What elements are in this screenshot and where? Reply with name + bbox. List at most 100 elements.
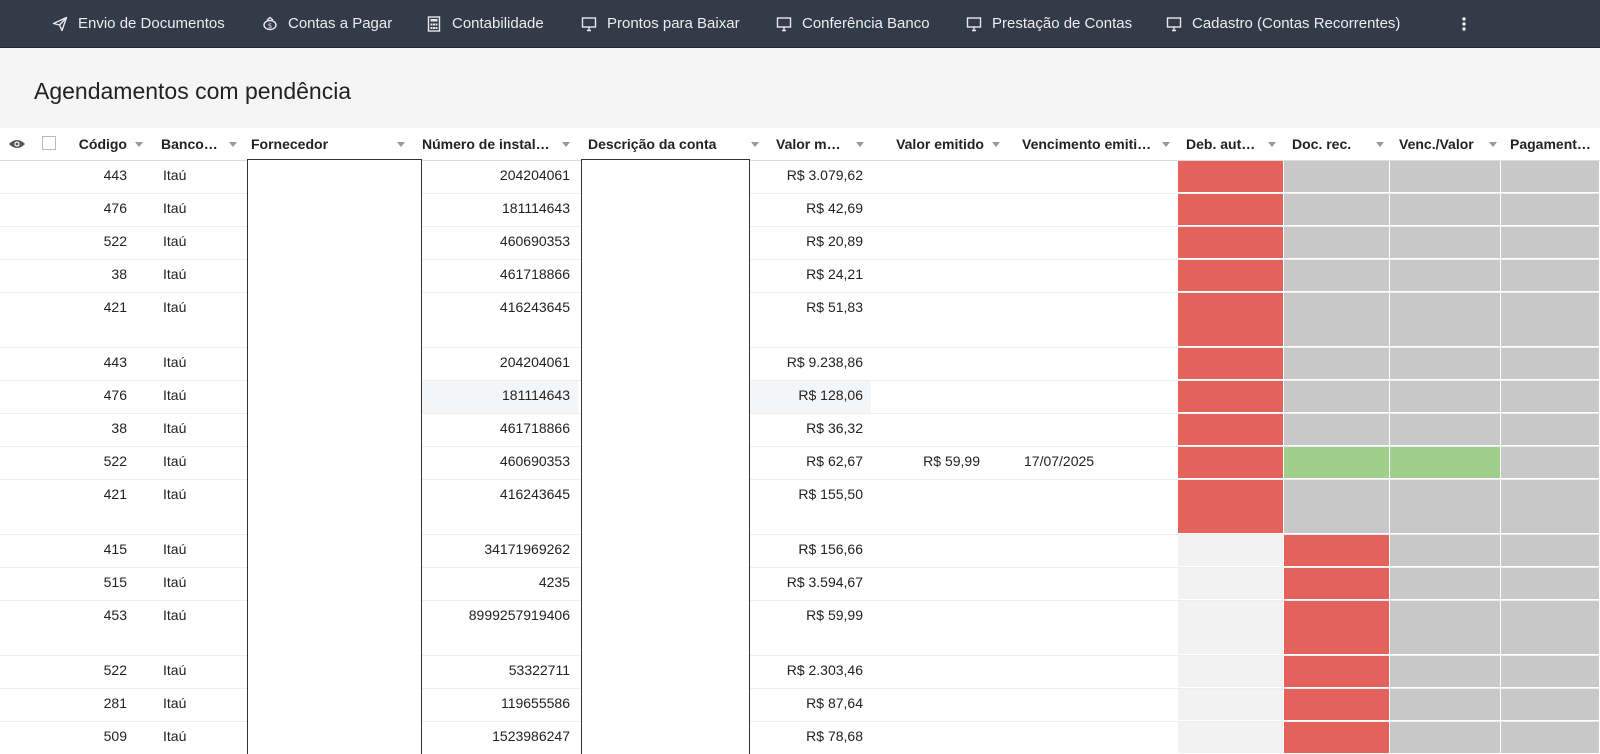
table-row[interactable]: 522 Itaú 460690353 R$ 62,67 R$ 59,99 17/07/20…	[0, 447, 1600, 480]
table-row[interactable]: 476 Itaú 181114643 R$ 42,69	[0, 194, 1600, 227]
status-pagamento[interactable]	[1501, 447, 1600, 479]
table-row[interactable]: 38 Itaú 461718866 R$ 36,32	[0, 414, 1600, 447]
status-doc-rec[interactable]	[1284, 601, 1390, 655]
status-debito-automatico[interactable]	[1178, 656, 1284, 688]
status-doc-rec[interactable]	[1284, 381, 1390, 413]
status-doc-rec[interactable]	[1284, 447, 1390, 479]
status-debito-automatico[interactable]	[1178, 348, 1284, 380]
status-venc-valor[interactable]	[1390, 689, 1501, 721]
status-pagamento[interactable]	[1501, 227, 1600, 259]
sort-arrow-icon[interactable]	[1162, 141, 1170, 147]
status-doc-rec[interactable]	[1284, 480, 1390, 534]
table-row[interactable]: 453 Itaú 8999257919406 R$ 59,99	[0, 601, 1600, 656]
status-debito-automatico[interactable]	[1178, 260, 1284, 292]
status-venc-valor[interactable]	[1390, 161, 1501, 193]
status-pagamento[interactable]	[1501, 689, 1600, 721]
status-doc-rec[interactable]	[1284, 568, 1390, 600]
nav-item-prontos-para-baixar[interactable]: Prontos para Baixar	[581, 0, 740, 47]
table-row[interactable]: 421 Itaú 416243645 R$ 51,83	[0, 293, 1600, 348]
status-debito-automatico[interactable]	[1178, 480, 1284, 534]
column-header-debito-automatico[interactable]: Deb. automático	[1180, 128, 1282, 160]
status-debito-automatico[interactable]	[1178, 568, 1284, 600]
table-row[interactable]: 522 Itaú 53322711 R$ 2.303,46	[0, 656, 1600, 689]
status-doc-rec[interactable]	[1284, 348, 1390, 380]
sort-arrow-icon[interactable]	[397, 141, 405, 147]
table-row[interactable]: 522 Itaú 460690353 R$ 20,89	[0, 227, 1600, 260]
column-header-venc-valor[interactable]: Venc./Valor	[1393, 128, 1503, 160]
status-debito-automatico[interactable]	[1178, 689, 1284, 721]
status-pagamento[interactable]	[1501, 293, 1600, 347]
status-venc-valor[interactable]	[1390, 601, 1501, 655]
sort-arrow-icon[interactable]	[229, 141, 237, 147]
status-pagamento[interactable]	[1501, 480, 1600, 534]
status-venc-valor[interactable]	[1390, 480, 1501, 534]
table-row[interactable]: 38 Itaú 461718866 R$ 24,21	[0, 260, 1600, 293]
select-all-checkbox[interactable]	[42, 136, 56, 150]
column-header-pagamento[interactable]: Pagamento p	[1504, 128, 1600, 160]
sort-arrow-icon[interactable]	[1376, 141, 1384, 147]
table-row[interactable]: 443 Itaú 204204061 R$ 9.238,86	[0, 348, 1600, 381]
status-debito-automatico[interactable]	[1178, 227, 1284, 259]
status-venc-valor[interactable]	[1390, 293, 1501, 347]
status-doc-rec[interactable]	[1284, 293, 1390, 347]
status-venc-valor[interactable]	[1390, 194, 1501, 226]
column-header-vencimento-emitido[interactable]: Vencimento emitido	[1016, 128, 1176, 160]
table-row[interactable]: 515 Itaú 4235 R$ 3.594,67	[0, 568, 1600, 601]
status-venc-valor[interactable]	[1390, 447, 1501, 479]
nav-item-contabilidade[interactable]: Contabilidade	[426, 0, 544, 47]
status-doc-rec[interactable]	[1284, 689, 1390, 721]
status-pagamento[interactable]	[1501, 260, 1600, 292]
sort-arrow-icon[interactable]	[856, 141, 864, 147]
status-debito-automatico[interactable]	[1178, 535, 1284, 567]
column-header-fornecedor[interactable]: Fornecedor	[245, 128, 411, 160]
status-doc-rec[interactable]	[1284, 260, 1390, 292]
table-row[interactable]: 281 Itaú 119655586 R$ 87,64	[0, 689, 1600, 722]
status-doc-rec[interactable]	[1284, 194, 1390, 226]
column-header-valor-mensal[interactable]: Valor mensal	[770, 128, 870, 160]
status-pagamento[interactable]	[1501, 535, 1600, 567]
status-pagamento[interactable]	[1501, 348, 1600, 380]
sort-arrow-icon[interactable]	[751, 141, 759, 147]
sort-arrow-icon[interactable]	[992, 141, 1000, 147]
status-doc-rec[interactable]	[1284, 722, 1390, 754]
nav-item-cadastro-contas-recorrentes[interactable]: Cadastro (Contas Recorrentes)	[1166, 0, 1400, 47]
status-pagamento[interactable]	[1501, 414, 1600, 446]
status-debito-automatico[interactable]	[1178, 722, 1284, 754]
status-debito-automatico[interactable]	[1178, 194, 1284, 226]
sort-arrow-icon[interactable]	[135, 141, 143, 147]
status-doc-rec[interactable]	[1284, 227, 1390, 259]
column-header-banco[interactable]: Banco da conta	[155, 128, 243, 160]
status-venc-valor[interactable]	[1390, 656, 1501, 688]
status-venc-valor[interactable]	[1390, 568, 1501, 600]
sort-arrow-icon[interactable]	[1489, 141, 1497, 147]
nav-item-envio-de-documentos[interactable]: Envio de Documentos	[52, 0, 225, 47]
status-doc-rec[interactable]	[1284, 656, 1390, 688]
nav-item-contas-a-pagar[interactable]: $ Contas a Pagar	[262, 0, 392, 47]
status-debito-automatico[interactable]	[1178, 414, 1284, 446]
status-pagamento[interactable]	[1501, 381, 1600, 413]
status-pagamento[interactable]	[1501, 722, 1600, 754]
table-row[interactable]: 421 Itaú 416243645 R$ 155,50	[0, 480, 1600, 535]
status-doc-rec[interactable]	[1284, 161, 1390, 193]
status-venc-valor[interactable]	[1390, 381, 1501, 413]
status-venc-valor[interactable]	[1390, 414, 1501, 446]
column-header-descricao[interactable]: Descrição da conta	[582, 128, 765, 160]
column-header-doc-rec[interactable]: Doc. rec.	[1286, 128, 1390, 160]
nav-item-conferencia-banco[interactable]: Conferência Banco	[776, 0, 930, 47]
status-venc-valor[interactable]	[1390, 260, 1501, 292]
status-pagamento[interactable]	[1501, 568, 1600, 600]
column-header-codigo[interactable]: Código	[67, 128, 149, 160]
table-row[interactable]: 443 Itaú 204204061 R$ 3.079,62	[0, 161, 1600, 194]
table-row[interactable]: 415 Itaú 34171969262 R$ 156,66	[0, 535, 1600, 568]
status-debito-automatico[interactable]	[1178, 381, 1284, 413]
sort-arrow-icon[interactable]	[562, 141, 570, 147]
status-pagamento[interactable]	[1501, 656, 1600, 688]
status-venc-valor[interactable]	[1390, 535, 1501, 567]
status-debito-automatico[interactable]	[1178, 293, 1284, 347]
status-debito-automatico[interactable]	[1178, 601, 1284, 655]
sort-arrow-icon[interactable]	[1268, 141, 1276, 147]
status-debito-automatico[interactable]	[1178, 447, 1284, 479]
table-row[interactable]: 476 Itaú 181114643 R$ 128,06	[0, 381, 1600, 414]
eye-icon[interactable]	[8, 137, 26, 151]
status-pagamento[interactable]	[1501, 601, 1600, 655]
